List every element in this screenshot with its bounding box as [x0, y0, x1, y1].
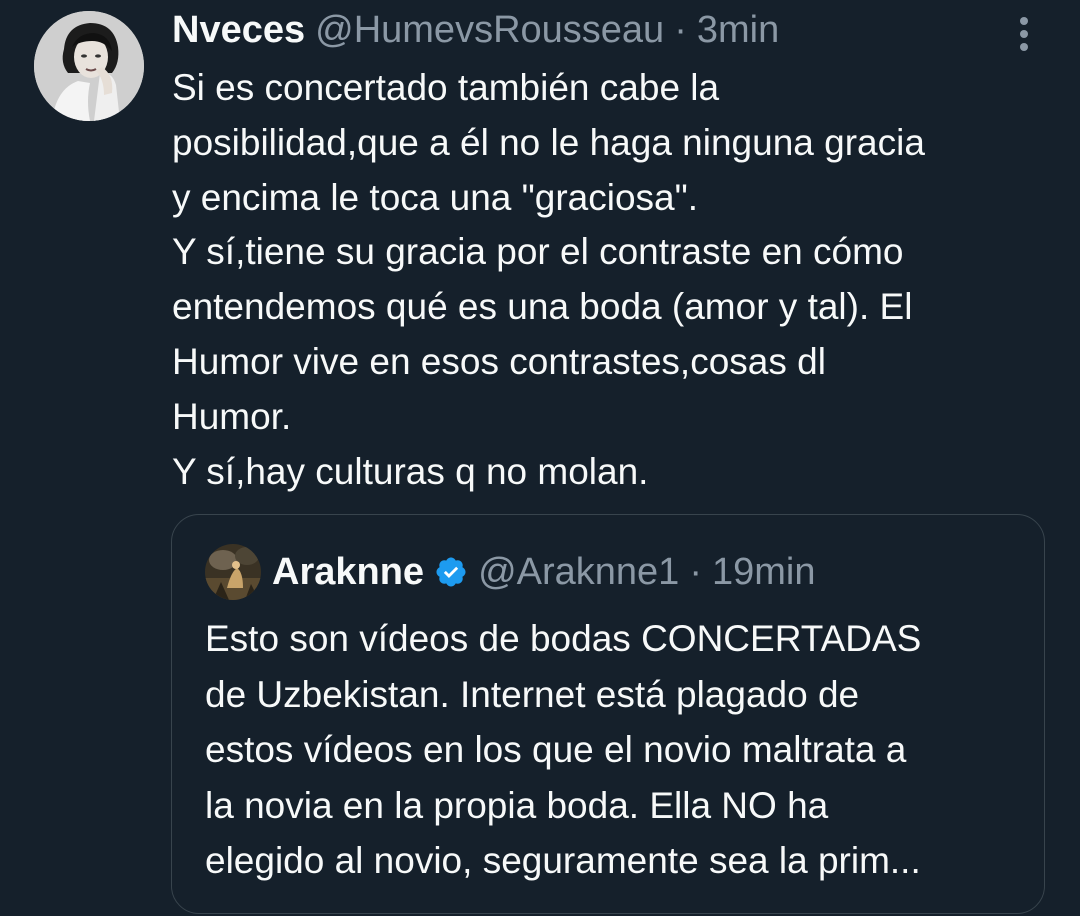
- quoted-text-line: de Uzbekistan. Internet está plagado de: [205, 673, 860, 715]
- quoted-tweet-timestamp: 19min: [711, 550, 816, 593]
- tweet-text-line: Y sí,tiene su gracia por el contraste en…: [172, 231, 904, 273]
- quoted-text-line: Esto son vídeos de bodas CONCERTADAS: [205, 618, 922, 659]
- author-avatar[interactable]: [34, 11, 144, 121]
- tweet-text-line: Humor vive en esos contrastes,cosas dl: [172, 340, 826, 382]
- tweet-text-line: posibilidad,que a él no le haga ninguna …: [172, 121, 925, 163]
- tweet-text-line: Y sí,hay culturas q no molan.: [172, 450, 649, 492]
- tweet-text: Si es concertado también cabe la posibil…: [172, 61, 925, 499]
- quoted-text-line: la novia en la propia boda. Ella NO ha: [205, 784, 829, 826]
- tweet-text-line: Humor.: [172, 395, 292, 437]
- more-options-icon[interactable]: [1010, 14, 1038, 54]
- quoted-tweet[interactable]: Araknne @Araknne1 · 19min Esto son vídeo…: [171, 514, 1045, 914]
- quoted-author-avatar: [205, 544, 261, 600]
- tweet-header: Nveces @HumevsRousseau · 3min: [172, 8, 779, 52]
- quoted-author-name: Araknne: [272, 550, 425, 593]
- tweet-text-line: y encima le toca una "graciosa".: [172, 176, 699, 218]
- tweet-timestamp[interactable]: 3min: [697, 8, 779, 52]
- quoted-header-separator: ·: [689, 550, 702, 593]
- verified-badge-icon: [434, 555, 468, 589]
- quoted-text-line: estos vídeos en los que el novio maltrat…: [205, 729, 907, 770]
- author-handle[interactable]: @HumevsRousseau: [315, 8, 664, 52]
- tweet[interactable]: Nveces @HumevsRousseau · 3min Si es conc…: [0, 0, 1080, 916]
- header-separator: ·: [674, 9, 687, 51]
- tweet-text-line: entendemos qué es una boda (amor y tal).…: [172, 286, 913, 328]
- quoted-tweet-header: Araknne @Araknne1 · 19min: [272, 549, 815, 595]
- quoted-author-handle: @Araknne1: [478, 550, 680, 593]
- quoted-text-line: elegido al novio, seguramente sea la pri…: [205, 840, 921, 881]
- author-name[interactable]: Nveces: [172, 8, 305, 52]
- quoted-tweet-text: Esto son vídeos de bodas CONCERTADAS de …: [205, 611, 921, 889]
- tweet-text-line: Si es concertado también cabe la: [172, 67, 720, 108]
